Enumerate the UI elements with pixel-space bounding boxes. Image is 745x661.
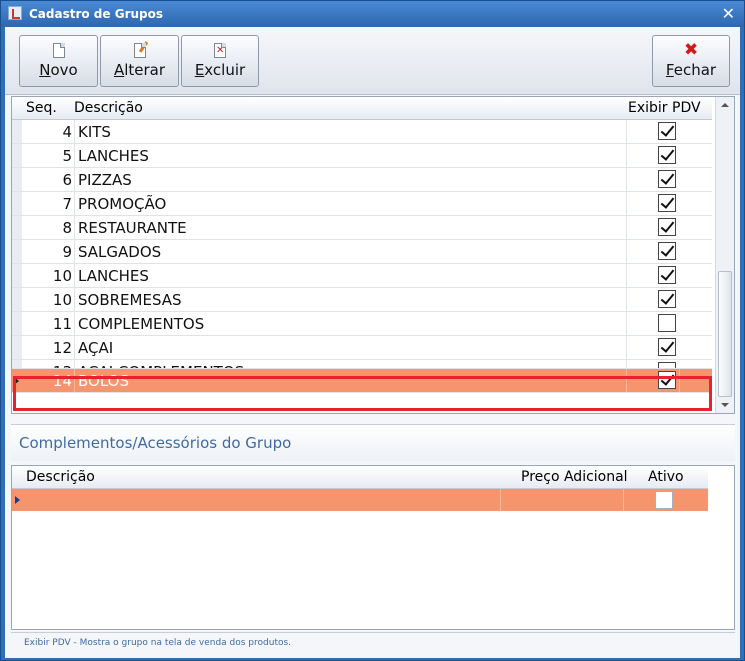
title-bar: Cadastro de Grupos ✕: [1, 1, 744, 27]
table-row[interactable]: 13AÇAI COMPLEMENTOS: [12, 360, 712, 369]
exibir-pdv-checkbox[interactable]: [658, 194, 676, 212]
row-descricao: KITS: [78, 123, 111, 141]
new-document-icon: [52, 43, 65, 58]
row-seq: 8: [62, 219, 72, 237]
table-row[interactable]: 7 PROMOÇÃO: [12, 192, 712, 216]
row-seq: 9: [62, 243, 72, 261]
app-icon: [8, 6, 22, 20]
column-header-ativo[interactable]: Ativo: [648, 469, 684, 485]
row-seq: 7: [62, 195, 72, 213]
exibir-pdv-checkbox[interactable]: [658, 338, 676, 356]
close-icon: ✖: [684, 40, 699, 60]
row-indicator: [12, 360, 22, 368]
table-row[interactable]: 6 PIZZAS: [12, 168, 712, 192]
exibir-pdv-checkbox[interactable]: [658, 266, 676, 284]
row-indicator: [12, 216, 22, 239]
table-row[interactable]: 5 LANCHES: [12, 144, 712, 168]
row-seq: 6: [62, 171, 72, 189]
delete-document-icon: ✕: [214, 43, 226, 58]
row-indicator: [12, 168, 22, 191]
row-descricao: COMPLEMENTOS: [78, 315, 205, 333]
status-text: Exibir PDV - Mostra o grupo na tela de v…: [24, 638, 292, 648]
row-seq: 10: [52, 291, 72, 309]
row-descricao: SOBREMESAS: [78, 291, 182, 309]
exibir-pdv-checkbox[interactable]: [658, 362, 676, 368]
row-indicator: [12, 144, 22, 167]
section-title: Complementos/Acessórios do Grupo: [19, 434, 292, 452]
novo-label: Novo: [39, 61, 78, 79]
table-row[interactable]: 8 RESTAURANTE: [12, 216, 712, 240]
row-descricao: SALGADOS: [78, 243, 162, 261]
groups-vertical-scrollbar[interactable]: [715, 97, 734, 413]
column-header-descricao[interactable]: Descrição: [26, 469, 95, 485]
exibir-pdv-checkbox[interactable]: [658, 122, 676, 140]
fechar-button[interactable]: ✖ Fechar: [652, 35, 730, 87]
row-indicator: [12, 120, 22, 143]
row-indicator: [12, 336, 22, 359]
row-indicator: [12, 312, 22, 335]
table-row[interactable]: 9 SALGADOS: [12, 240, 712, 264]
table-row[interactable]: 10 LANCHES: [12, 264, 712, 288]
row-indicator: [12, 240, 22, 263]
row-descricao: LANCHES: [78, 147, 149, 165]
novo-button[interactable]: Novo: [19, 35, 98, 87]
scroll-down-icon[interactable]: [721, 403, 729, 407]
row-seq: 10: [52, 267, 72, 285]
row-seq: 11: [52, 315, 72, 333]
complementos-grid-header: Descrição Preço Adicional Ativo: [12, 466, 708, 489]
complementos-grid[interactable]: Descrição Preço Adicional Ativo: [11, 465, 735, 630]
row-seq: 12: [52, 339, 72, 357]
status-bar: Exibir PDV - Mostra o grupo na tela de v…: [11, 632, 735, 655]
column-header-descricao[interactable]: Descrição: [74, 100, 143, 116]
table-row[interactable]: 12 AÇAI: [12, 336, 712, 360]
alterar-label: Alterar: [113, 61, 166, 79]
excluir-label: Excluir: [194, 61, 246, 79]
fechar-label: Fechar: [665, 61, 717, 79]
window-title: Cadastro de Grupos: [29, 7, 164, 21]
scroll-up-icon[interactable]: [721, 103, 729, 107]
row-descricao: LANCHES: [78, 267, 149, 285]
table-row[interactable]: 10 SOBREMESAS: [12, 288, 712, 312]
row-indicator: [12, 264, 22, 287]
excluir-button[interactable]: ✕ Excluir: [181, 35, 259, 87]
exibir-pdv-checkbox[interactable]: [658, 218, 676, 236]
edit-document-icon: [133, 41, 148, 58]
table-row[interactable]: 11 COMPLEMENTOS: [12, 312, 712, 336]
exibir-pdv-checkbox[interactable]: [658, 170, 676, 188]
row-descricao: PIZZAS: [78, 171, 132, 189]
row-descricao: AÇAI: [78, 339, 114, 357]
complementos-new-row[interactable]: [12, 489, 708, 511]
row-seq: 4: [62, 123, 72, 141]
toolbar: Novo Alterar ✕ Excluir ✖ Fechar: [5, 27, 740, 95]
scroll-thumb[interactable]: [718, 271, 732, 397]
exibir-pdv-checkbox[interactable]: [658, 314, 676, 332]
row-seq: 5: [62, 147, 72, 165]
groups-grid-header: Seq. Descrição Exibir PDV: [12, 97, 712, 120]
alterar-button[interactable]: Alterar: [100, 35, 179, 87]
exibir-pdv-checkbox[interactable]: [658, 146, 676, 164]
column-header-seq[interactable]: Seq.: [26, 100, 57, 116]
column-header-preco-adicional[interactable]: Preço Adicional: [521, 469, 628, 485]
client-area: Novo Alterar ✕ Excluir ✖ Fechar Seq. Des…: [5, 27, 740, 658]
groups-grid[interactable]: Seq. Descrição Exibir PDV 4 KITS 5 LANCHES 6…: [11, 96, 735, 414]
row-indicator: [12, 288, 22, 311]
selection-highlight-frame: [13, 376, 712, 411]
row-descricao: RESTAURANTE: [78, 219, 187, 237]
row-indicator: [12, 192, 22, 215]
complementos-section-header: Complementos/Acessórios do Grupo: [11, 424, 735, 461]
window-close-icon[interactable]: ✕: [722, 4, 735, 23]
exibir-pdv-checkbox[interactable]: [658, 290, 676, 308]
column-header-exibir-pdv[interactable]: Exibir PDV: [628, 100, 701, 116]
row-indicator-icon: [15, 496, 20, 504]
table-row[interactable]: 4 KITS: [12, 120, 712, 144]
ativo-checkbox[interactable]: [655, 491, 673, 509]
cadastro-grupos-window: Cadastro de Grupos ✕ Novo Alterar ✕ Excl…: [0, 0, 745, 661]
exibir-pdv-checkbox[interactable]: [658, 242, 676, 260]
row-descricao: PROMOÇÃO: [78, 195, 167, 213]
